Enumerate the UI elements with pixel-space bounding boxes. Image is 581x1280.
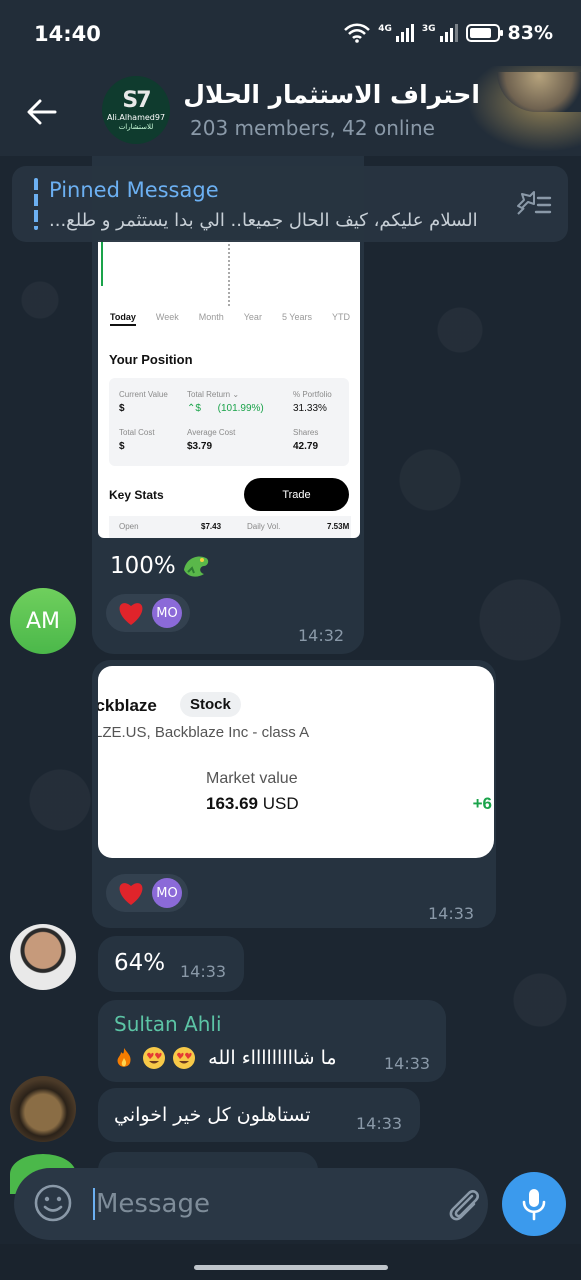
battery-icon [465, 24, 503, 42]
microphone-button[interactable] [502, 1172, 566, 1236]
logo-subtext: للاستشارات [118, 122, 154, 131]
status-time: 14:40 [34, 22, 101, 46]
daily-vol-label: Daily Vol. [247, 522, 281, 531]
open-label: Open [119, 522, 139, 531]
message-time: 14:33 [180, 962, 227, 981]
paperclip-icon[interactable] [442, 1182, 484, 1226]
stock-description: LZE.US, Backblaze Inc - class A [98, 724, 310, 741]
shares-value: 42.79 [293, 441, 319, 452]
total-return-value: ⌃$ (101.99%) [187, 403, 287, 414]
stock-screenshot-image[interactable]: Today Week Month Year 5 Years YTD Your P… [98, 240, 360, 538]
period-tabs: Today Week Month Year 5 Years YTD [110, 312, 350, 326]
message-text: 64% [114, 950, 166, 976]
message-input[interactable] [96, 1186, 426, 1222]
message-text: تستاهلون كل خير اخواني [114, 1104, 311, 1126]
reaction-user-avatar: MO [152, 598, 182, 628]
group-title[interactable]: احتراف الاستثمار الحلال [183, 80, 480, 109]
emoji-icon[interactable] [32, 1182, 74, 1224]
stock-link-preview[interactable]: ackblaze Stock LZE.US, Backblaze Inc - c… [98, 666, 494, 858]
period-month: Month [198, 312, 224, 322]
fire-emoji-icon [117, 1048, 131, 1067]
home-gesture-handle[interactable] [194, 1265, 388, 1270]
portfolio-cell: % Portfolio 31.33% [293, 390, 349, 414]
user-avatar-photo[interactable] [10, 924, 76, 990]
message-time: 14:32 [298, 626, 345, 645]
market-value: 163.69 USD [206, 794, 299, 814]
period-ytd: YTD [332, 312, 350, 322]
key-stats-heading: Key Stats [109, 488, 164, 502]
microphone-icon [522, 1189, 546, 1221]
signal-3g-icon: 3G [422, 24, 458, 42]
reactions-row[interactable]: MO [106, 874, 188, 912]
trade-button: Trade [244, 478, 349, 511]
message-text-row: ما شاااااااااء الله [112, 1046, 372, 1070]
heart-reaction-icon[interactable] [116, 879, 146, 907]
shares-cell: Shares 42.79 [293, 428, 349, 452]
text-caret [93, 1188, 95, 1220]
key-stats-row: Open $7.43 Daily Vol. 7.53M [109, 516, 351, 538]
pin-list-icon[interactable] [514, 190, 552, 220]
stock-badge: Stock [180, 692, 241, 717]
price-chart [101, 240, 230, 306]
group-avatar[interactable]: S7 Ali.Alhamed97 للاستشارات [102, 76, 170, 144]
heart-eyes-emoji-icon [143, 1047, 166, 1069]
market-value-label: Market value [206, 770, 298, 787]
pinned-message-bar[interactable]: Pinned Message السلام عليكم، كيف الحال ج… [12, 166, 568, 242]
stock-name: ackblaze [98, 696, 157, 715]
back-button[interactable] [20, 90, 64, 134]
group-member-count: 203 members, 42 online [190, 116, 435, 140]
total-return-cell: Total Return ⌄ ⌃$ (101.99%) [187, 390, 287, 414]
average-cost-value: $3.79 [187, 441, 213, 452]
shares-label: Shares [293, 428, 319, 437]
network-type-2: 3G [421, 24, 436, 34]
network-type-1: 4G [378, 24, 392, 34]
logo-text: Ali.Alhamed97 [106, 112, 166, 122]
arrow-left-icon [27, 99, 57, 125]
daily-vol-value: 7.53M [327, 522, 350, 531]
pinned-text: السلام عليكم، كيف الحال جميعا.. الي بدا … [49, 210, 478, 231]
portfolio-label: % Portfolio [293, 390, 332, 399]
battery-percent: 83% [507, 22, 553, 44]
period-year: Year [243, 312, 262, 322]
wifi-icon [344, 23, 371, 43]
reaction-user-avatar: MO [152, 878, 182, 908]
portfolio-value: 31.33% [293, 403, 327, 414]
total-return-label: Total Return ⌄ [187, 390, 240, 399]
period-5years: 5 Years [281, 312, 312, 322]
market-value-currency: USD [262, 794, 299, 813]
group-logo-icon: S7 [122, 87, 151, 113]
user-avatar-tower[interactable] [10, 1076, 76, 1142]
message-time: 14:33 [384, 1054, 431, 1073]
pinned-label: Pinned Message [49, 178, 219, 202]
battery-fill [469, 28, 492, 38]
open-value: $7.43 [201, 522, 222, 531]
signal-4g-icon: 4G [378, 24, 414, 42]
period-week: Week [155, 312, 179, 322]
message-time: 14:33 [356, 1114, 403, 1133]
reactions-row[interactable]: MO [106, 594, 190, 632]
status-icons: 4G 3G 83% [344, 22, 553, 44]
position-summary: Current Value $ Total Return ⌄ ⌃$ (101.9… [109, 378, 349, 466]
market-value-amount: 163.69 [206, 794, 258, 813]
pinned-indicator [34, 178, 38, 230]
message-text: 100% [110, 553, 176, 579]
status-bar: 14:40 4G 3G 83% [0, 0, 581, 66]
total-return-amount: ⌃$ [187, 403, 201, 414]
average-cost-cell: Average Cost $3.79 [187, 428, 267, 452]
user-avatar-am[interactable]: AM [10, 588, 76, 654]
heart-reaction-icon[interactable] [116, 599, 146, 627]
total-return-pct: (101.99%) [217, 403, 264, 414]
period-today: Today [110, 312, 136, 326]
message-text: ما شاااااااااء الله [208, 1046, 337, 1069]
sender-name[interactable]: Sultan Ahli [114, 1012, 222, 1036]
message-time: 14:33 [428, 904, 475, 923]
chat-header: S7 Ali.Alhamed97 للاستشارات احتراف الاست… [0, 66, 581, 156]
heart-eyes-emoji-icon [173, 1047, 196, 1069]
your-position-heading: Your Position [109, 352, 193, 367]
dragon-emoji-icon [184, 556, 209, 577]
average-cost-label: Average Cost [187, 428, 236, 437]
market-change: +6 [472, 794, 492, 813]
system-nav-bar [0, 1244, 581, 1280]
